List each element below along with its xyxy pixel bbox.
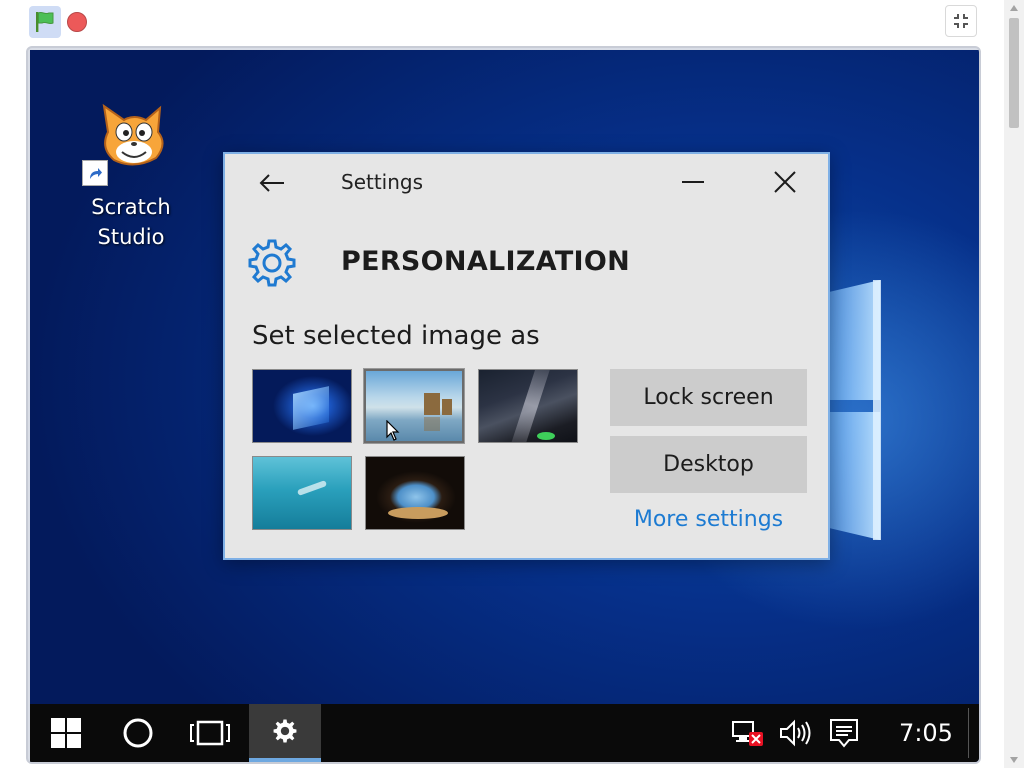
thumbnail-rock-art (424, 393, 440, 415)
shortcut-label: Scratch Studio (78, 192, 184, 252)
shortcut-arrow-icon (82, 160, 108, 186)
thumbnail-swimmer-art (296, 480, 328, 496)
shortcut-label-line1: Scratch (91, 195, 171, 219)
taskbar: 7:05 (30, 704, 979, 762)
task-view-button[interactable] (174, 704, 246, 762)
green-flag-button[interactable] (29, 6, 61, 38)
wallpaper-thumbnail-3[interactable] (478, 369, 578, 443)
task-view-icon (190, 720, 230, 746)
wallpaper-thumbnail-2-selected[interactable] (363, 368, 465, 444)
player-toolbar (0, 0, 1024, 44)
scroll-down-arrow-icon[interactable] (1004, 752, 1024, 768)
show-desktop-divider[interactable] (968, 708, 969, 758)
minimize-button[interactable] (673, 164, 713, 200)
network-disconnected-icon (732, 721, 763, 746)
desktop-button[interactable]: Desktop (610, 436, 807, 493)
wallpaper-thumbnail-5[interactable] (365, 456, 465, 530)
shortcut-label-line2: Studio (97, 225, 165, 249)
windows-start-icon (51, 718, 81, 748)
wallpaper-thumbnail-1[interactable] (252, 369, 352, 443)
close-icon (774, 171, 796, 193)
page-title: PERSONALIZATION (341, 246, 631, 277)
back-button[interactable] (255, 168, 289, 198)
thumbnail-tent-glow-art (537, 432, 555, 440)
settings-window: Settings PERSONALIZATION Set selected im… (223, 152, 830, 560)
exit-fullscreen-icon (954, 14, 968, 28)
start-button[interactable] (30, 704, 102, 762)
scratch-studio-shortcut[interactable]: Scratch Studio (78, 102, 184, 252)
thumbnail-rock-art (442, 399, 452, 415)
stop-button[interactable] (67, 12, 87, 32)
scroll-up-arrow-icon[interactable] (1004, 0, 1024, 16)
close-button[interactable] (765, 164, 805, 200)
set-image-heading: Set selected image as (252, 321, 540, 351)
lock-screen-button[interactable]: Lock screen (610, 369, 807, 426)
exit-fullscreen-button[interactable] (945, 5, 977, 37)
page-scrollbar[interactable] (1004, 0, 1024, 768)
personalization-gear-icon (248, 239, 296, 287)
volume-icon (780, 719, 811, 747)
thumbnail-shore-art (388, 507, 448, 519)
action-center-icon (830, 719, 858, 748)
scrollbar-thumb[interactable] (1009, 18, 1019, 128)
thumbnail-rock-art (424, 417, 440, 431)
settings-gear-icon (273, 719, 297, 743)
taskbar-settings-button[interactable] (249, 704, 321, 762)
action-center-button[interactable] (826, 704, 862, 762)
network-status-button[interactable] (730, 704, 766, 762)
mouse-pointer-icon (386, 420, 400, 441)
green-flag-icon (36, 11, 54, 32)
search-button[interactable] (102, 704, 174, 762)
taskbar-clock[interactable]: 7:05 (886, 704, 966, 762)
back-arrow-icon (259, 174, 284, 192)
window-title: Settings (341, 170, 424, 194)
more-settings-link[interactable]: More settings (610, 507, 807, 532)
windows-desktop: Scratch Studio Settings PERSONALIZATION … (30, 50, 979, 762)
search-circle-icon (123, 718, 153, 748)
volume-button[interactable] (776, 704, 814, 762)
scratch-stage: Scratch Studio Settings PERSONALIZATION … (26, 46, 981, 764)
thumbnail-windows-hero-art (293, 386, 329, 430)
minimize-icon (682, 181, 704, 183)
wallpaper-thumbnail-4[interactable] (252, 456, 352, 530)
